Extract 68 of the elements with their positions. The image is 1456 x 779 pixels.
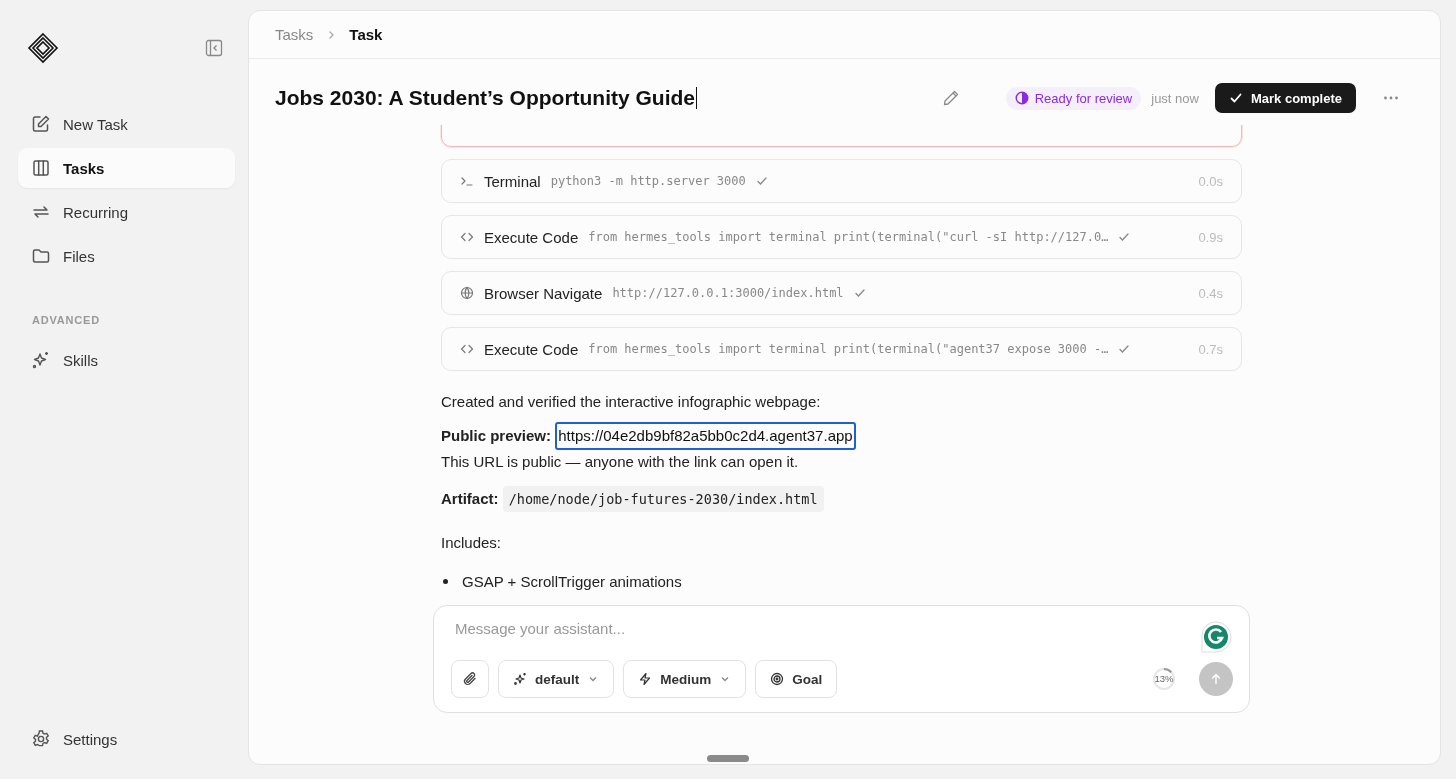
status-badge: Ready for review	[1005, 86, 1142, 110]
nav-item[interactable]: Files	[18, 236, 235, 276]
mode-dropdown[interactable]: default	[498, 660, 615, 698]
message-text: This URL is public — anyone with the link can open it.	[441, 452, 800, 472]
usage-percent: 13%	[1153, 673, 1175, 684]
bullet-icon	[443, 579, 448, 584]
list-item: GSAP + ScrollTrigger animations	[462, 573, 682, 590]
logo-icon	[27, 32, 59, 64]
globe-icon	[460, 286, 474, 300]
tool-call-card[interactable]: Execute Code from hermes_tools import terminal print(terminal("curl -sI http://127.0… 0.9s	[441, 215, 1242, 259]
mark-complete-button[interactable]: Mark complete	[1214, 83, 1356, 113]
field-label: Artifact:	[441, 489, 499, 509]
check-icon	[755, 175, 768, 187]
check-icon	[1228, 91, 1243, 105]
goal-button[interactable]: Goal	[755, 660, 838, 698]
tool-name: Execute Code	[484, 228, 579, 246]
folder-icon	[31, 246, 51, 266]
tool-call-card[interactable]: Execute Code from hermes_tools import terminal print(terminal("agent37 expose 3000 -… 0.7s	[441, 327, 1242, 371]
nav-item[interactable]: Recurring	[18, 192, 235, 232]
attach-button[interactable]	[451, 660, 489, 698]
pencil-icon[interactable]	[941, 89, 960, 107]
sidebar-toggle-icon[interactable]	[205, 39, 223, 57]
text-cursor	[696, 87, 698, 109]
sparkle-icon	[31, 350, 51, 370]
tool-arguments: from hermes_tools import terminal print(terminal("curl -sI http://127.0…	[588, 230, 1109, 244]
code-icon	[460, 342, 474, 356]
field-label: Public preview:	[441, 426, 552, 446]
effort-dropdown[interactable]: Medium	[623, 660, 747, 698]
code-icon	[460, 230, 474, 244]
paperclip-icon	[462, 671, 478, 687]
tool-arguments: from hermes_tools import terminal print(terminal("agent37 expose 3000 -…	[588, 342, 1109, 356]
grammar-assistant-icon[interactable]	[1199, 620, 1233, 654]
lightning-icon	[638, 672, 653, 686]
arrow-up-icon	[1210, 673, 1222, 685]
edit-icon	[31, 114, 51, 134]
timestamp: just now	[1151, 90, 1199, 106]
check-icon	[1118, 343, 1131, 355]
tool-arguments: http://127.0.0.1:3000/index.html	[612, 286, 844, 300]
tool-call-card[interactable]: Browser Navigate http://127.0.0.1:3000/index.html 0.4s	[441, 271, 1242, 315]
nav-item[interactable]: Tasks	[18, 148, 235, 188]
duration: 0.0s	[1198, 173, 1223, 189]
file-path: /home/node/job-futures-2030/index.html	[502, 486, 824, 512]
duration: 0.4s	[1198, 285, 1223, 301]
check-icon	[853, 287, 866, 299]
preview-link[interactable]: https://04e2db9bf82a5bb0c2d4.agent37.app	[555, 422, 856, 450]
target-icon	[770, 672, 785, 686]
message-input[interactable]: Message your assistant...	[451, 620, 1059, 637]
duration: 0.9s	[1198, 229, 1223, 245]
columns-icon	[31, 158, 51, 178]
sparkle-icon	[513, 672, 527, 686]
nav-item[interactable]: Skills	[18, 340, 235, 380]
half-circle-icon	[1014, 91, 1029, 105]
check-icon	[1118, 231, 1131, 243]
settings-item[interactable]: Settings	[18, 719, 235, 759]
scroll-handle[interactable]	[707, 755, 749, 762]
tool-name: Browser Navigate	[484, 284, 603, 302]
tool-name: Execute Code	[484, 340, 579, 358]
tool-call-card[interactable]: Terminal python3 -m http.server 3000 0.0s	[441, 159, 1242, 203]
breadcrumb-link[interactable]: Tasks	[275, 26, 314, 43]
message-text: Created and verified the interactive infographic webpage:	[441, 393, 822, 410]
task-title[interactable]: Jobs 2030: A Student’s Opportunity Guide	[275, 86, 696, 110]
message-text: Includes:	[441, 534, 503, 551]
tool-arguments: python3 -m http.server 3000	[550, 174, 746, 188]
nav-item[interactable]: New Task	[18, 104, 235, 144]
tool-name: Terminal	[484, 172, 541, 190]
settings-icon	[31, 729, 51, 749]
section-label: ADVANCED	[31, 314, 101, 326]
duration: 0.7s	[1198, 341, 1223, 357]
